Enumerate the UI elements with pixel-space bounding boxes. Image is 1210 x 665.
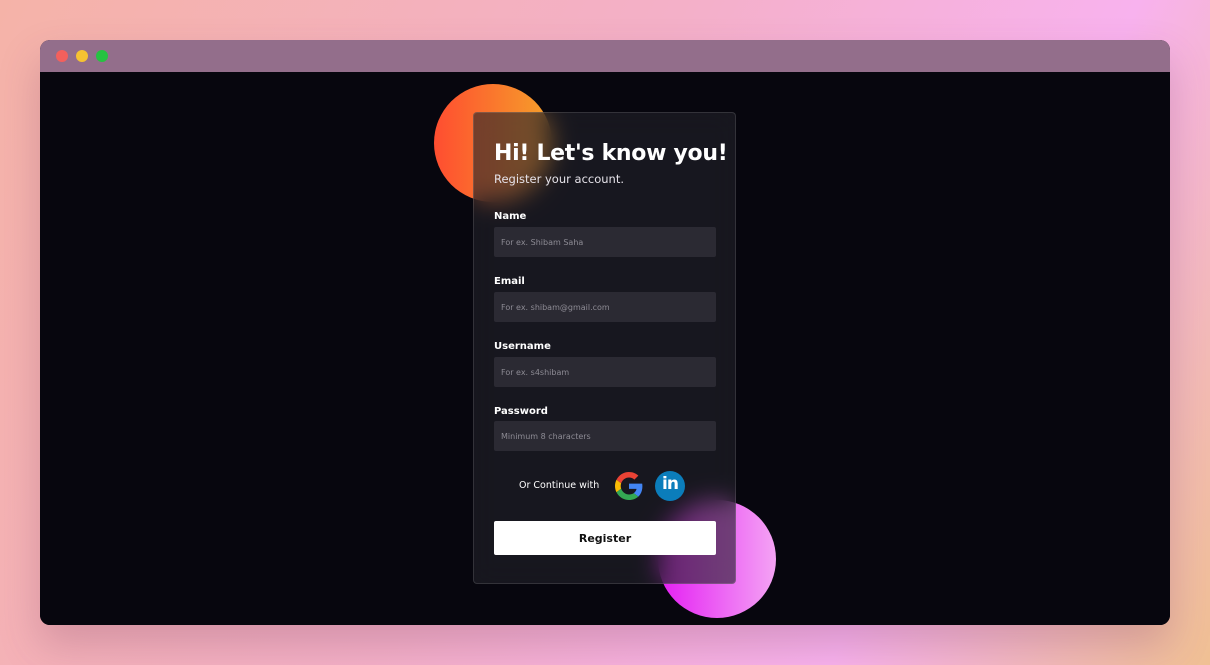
- linkedin-glyph: in: [662, 474, 679, 494]
- password-input[interactable]: [494, 421, 716, 451]
- page-content: Hi! Let's know you! Register your accoun…: [40, 72, 1170, 625]
- page-title: Hi! Let's know you!: [494, 141, 728, 166]
- email-input[interactable]: [494, 292, 716, 322]
- google-icon[interactable]: [615, 472, 643, 500]
- username-label: Username: [494, 341, 551, 352]
- username-input[interactable]: [494, 357, 716, 387]
- maximize-window-button[interactable]: [96, 50, 108, 62]
- minimize-window-button[interactable]: [76, 50, 88, 62]
- continue-with-text: Or Continue with: [519, 480, 600, 491]
- page-subtitle: Register your account.: [494, 172, 624, 186]
- close-window-button[interactable]: [56, 50, 68, 62]
- name-label: Name: [494, 211, 527, 222]
- password-label: Password: [494, 406, 548, 417]
- window-titlebar: [40, 40, 1170, 72]
- email-label: Email: [494, 276, 525, 287]
- name-input[interactable]: [494, 227, 716, 257]
- browser-window: Hi! Let's know you! Register your accoun…: [40, 40, 1170, 625]
- register-button[interactable]: Register: [494, 521, 716, 555]
- register-card: Hi! Let's know you! Register your accoun…: [473, 112, 736, 584]
- linkedin-icon[interactable]: in: [655, 471, 685, 501]
- google-logo-graphic: [615, 472, 643, 500]
